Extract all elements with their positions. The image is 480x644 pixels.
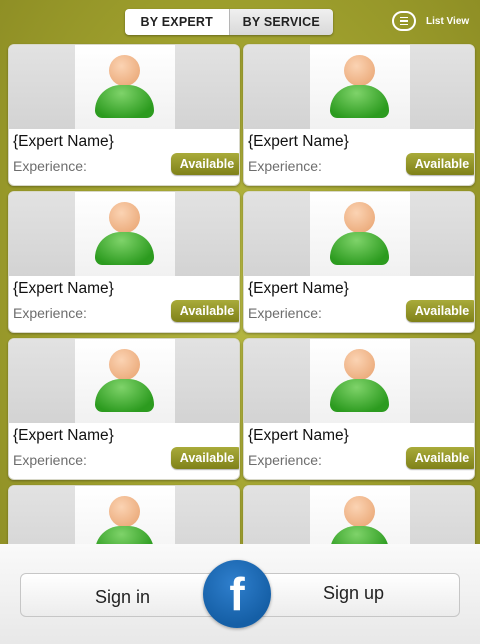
expert-name: {Expert Name} xyxy=(13,427,114,444)
avatar-body-icon xyxy=(330,232,389,265)
expert-card[interactable]: {Expert Name} Experience: Available xyxy=(8,44,240,186)
availability-badge: Available xyxy=(406,300,474,322)
availability-badge: Available xyxy=(171,300,239,322)
availability-badge: Available xyxy=(171,153,239,175)
availability-badge: Available xyxy=(171,447,239,469)
expert-card[interactable]: {Expert Name} Experience: Available xyxy=(8,338,240,480)
expert-experience: Experience: xyxy=(13,305,87,321)
expert-experience: Experience: xyxy=(13,452,87,468)
avatar-body-icon xyxy=(95,85,154,118)
sign-up-button[interactable]: Sign up xyxy=(323,572,384,614)
availability-badge: Available xyxy=(406,153,474,175)
avatar-head-icon xyxy=(109,202,140,233)
avatar-head-icon xyxy=(109,349,140,380)
expert-photo xyxy=(9,192,239,276)
expert-name: {Expert Name} xyxy=(248,133,349,150)
bottom-bar: Sign in Sign up f xyxy=(0,544,480,644)
expert-name: {Expert Name} xyxy=(248,427,349,444)
tab-by-service[interactable]: BY SERVICE xyxy=(228,9,333,35)
expert-name: {Expert Name} xyxy=(13,133,114,150)
list-icon xyxy=(392,11,416,31)
availability-badge: Available xyxy=(406,447,474,469)
expert-card[interactable]: {Expert Name} Experience: Available xyxy=(243,191,475,333)
avatar-head-icon xyxy=(344,55,375,86)
expert-card[interactable]: {Expert Name} Experience: Available xyxy=(8,191,240,333)
expert-photo xyxy=(244,45,474,129)
expert-photo xyxy=(9,45,239,129)
avatar-head-icon xyxy=(344,202,375,233)
avatar-head-icon xyxy=(109,496,140,527)
avatar-body-icon xyxy=(95,232,154,265)
expert-card[interactable]: {Expert Name} Experience: Available xyxy=(243,338,475,480)
avatar-head-icon xyxy=(344,349,375,380)
expert-name: {Expert Name} xyxy=(13,280,114,297)
expert-experience: Experience: xyxy=(13,158,87,174)
expert-experience: Experience: xyxy=(248,305,322,321)
avatar-head-icon xyxy=(109,55,140,86)
expert-experience: Experience: xyxy=(248,452,322,468)
avatar-body-icon xyxy=(330,85,389,118)
avatar-body-icon xyxy=(95,379,154,412)
expert-experience: Experience: xyxy=(248,158,322,174)
view-mode-segmented-control: BY EXPERT BY SERVICE xyxy=(125,9,333,35)
expert-photo xyxy=(244,192,474,276)
sign-in-button[interactable]: Sign in xyxy=(95,576,150,618)
expert-photo xyxy=(9,339,239,423)
list-view-button[interactable]: List View xyxy=(392,11,469,31)
avatar-head-icon xyxy=(344,496,375,527)
avatar-body-icon xyxy=(330,379,389,412)
list-view-label: List View xyxy=(426,15,470,27)
expert-name: {Expert Name} xyxy=(248,280,349,297)
tab-by-expert[interactable]: BY EXPERT xyxy=(125,9,229,35)
facebook-icon[interactable]: f xyxy=(203,560,271,628)
top-bar: BY EXPERT BY SERVICE List View xyxy=(0,0,480,44)
expert-card[interactable]: {Expert Name} Experience: Available xyxy=(243,44,475,186)
expert-photo xyxy=(244,339,474,423)
